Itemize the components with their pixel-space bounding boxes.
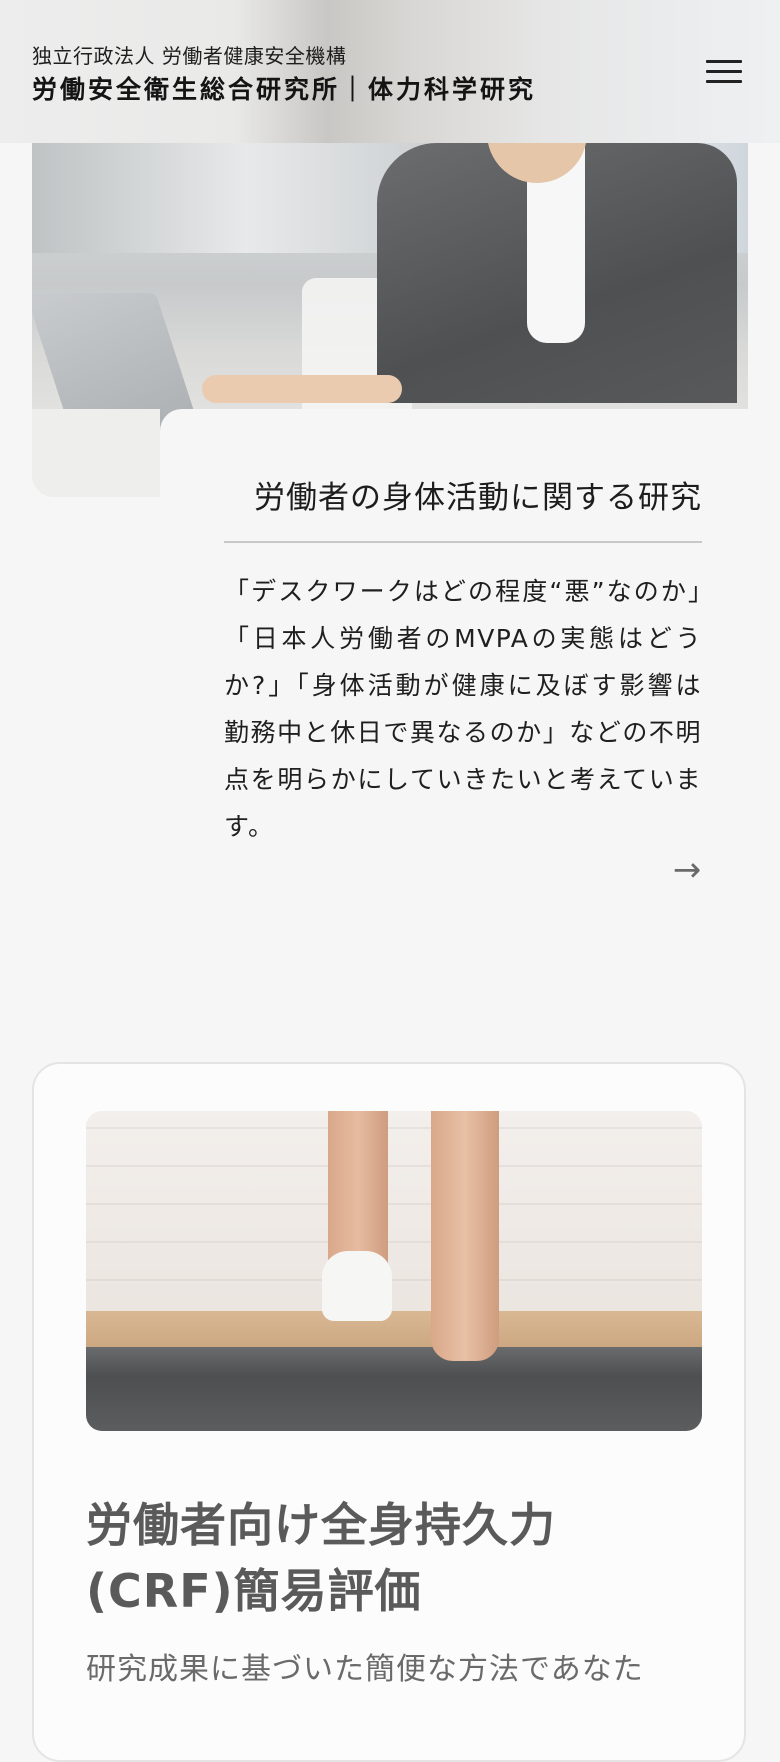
organization-subtitle: 独立行政法人 労働者健康安全機構 xyxy=(32,44,347,68)
crf-card[interactable]: 労働者向け全身持久力(CRF)簡易評価 研究成果に基づいた簡便な方法であなた xyxy=(32,1062,746,1762)
menu-bar-icon xyxy=(706,60,742,63)
research-description: 「デスクワークはどの程度“悪”なのか」「日本人労働者のMVPAの実態はどうか?」… xyxy=(224,577,702,841)
step-exercise-photo xyxy=(86,1111,702,1431)
title-divider xyxy=(224,541,702,543)
arrow-right-icon[interactable]: → xyxy=(668,852,706,888)
menu-bar-icon xyxy=(706,70,742,73)
site-title[interactable]: 労働安全衛生総合研究所｜体力科学研究 xyxy=(32,70,536,106)
menu-bar-icon xyxy=(706,80,742,83)
hamburger-menu-button[interactable] xyxy=(700,56,748,88)
crf-title: 労働者向け全身持久力(CRF)簡易評価 xyxy=(86,1498,556,1618)
photo-corner-tab xyxy=(32,409,160,497)
site-header: 独立行政法人 労働者健康安全機構 労働安全衛生総合研究所｜体力科学研究 xyxy=(0,0,780,143)
research-title: 労働者の身体活動に関する研究 xyxy=(254,480,702,516)
crf-description: 研究成果に基づいた簡便な方法であなた xyxy=(86,1652,644,1687)
